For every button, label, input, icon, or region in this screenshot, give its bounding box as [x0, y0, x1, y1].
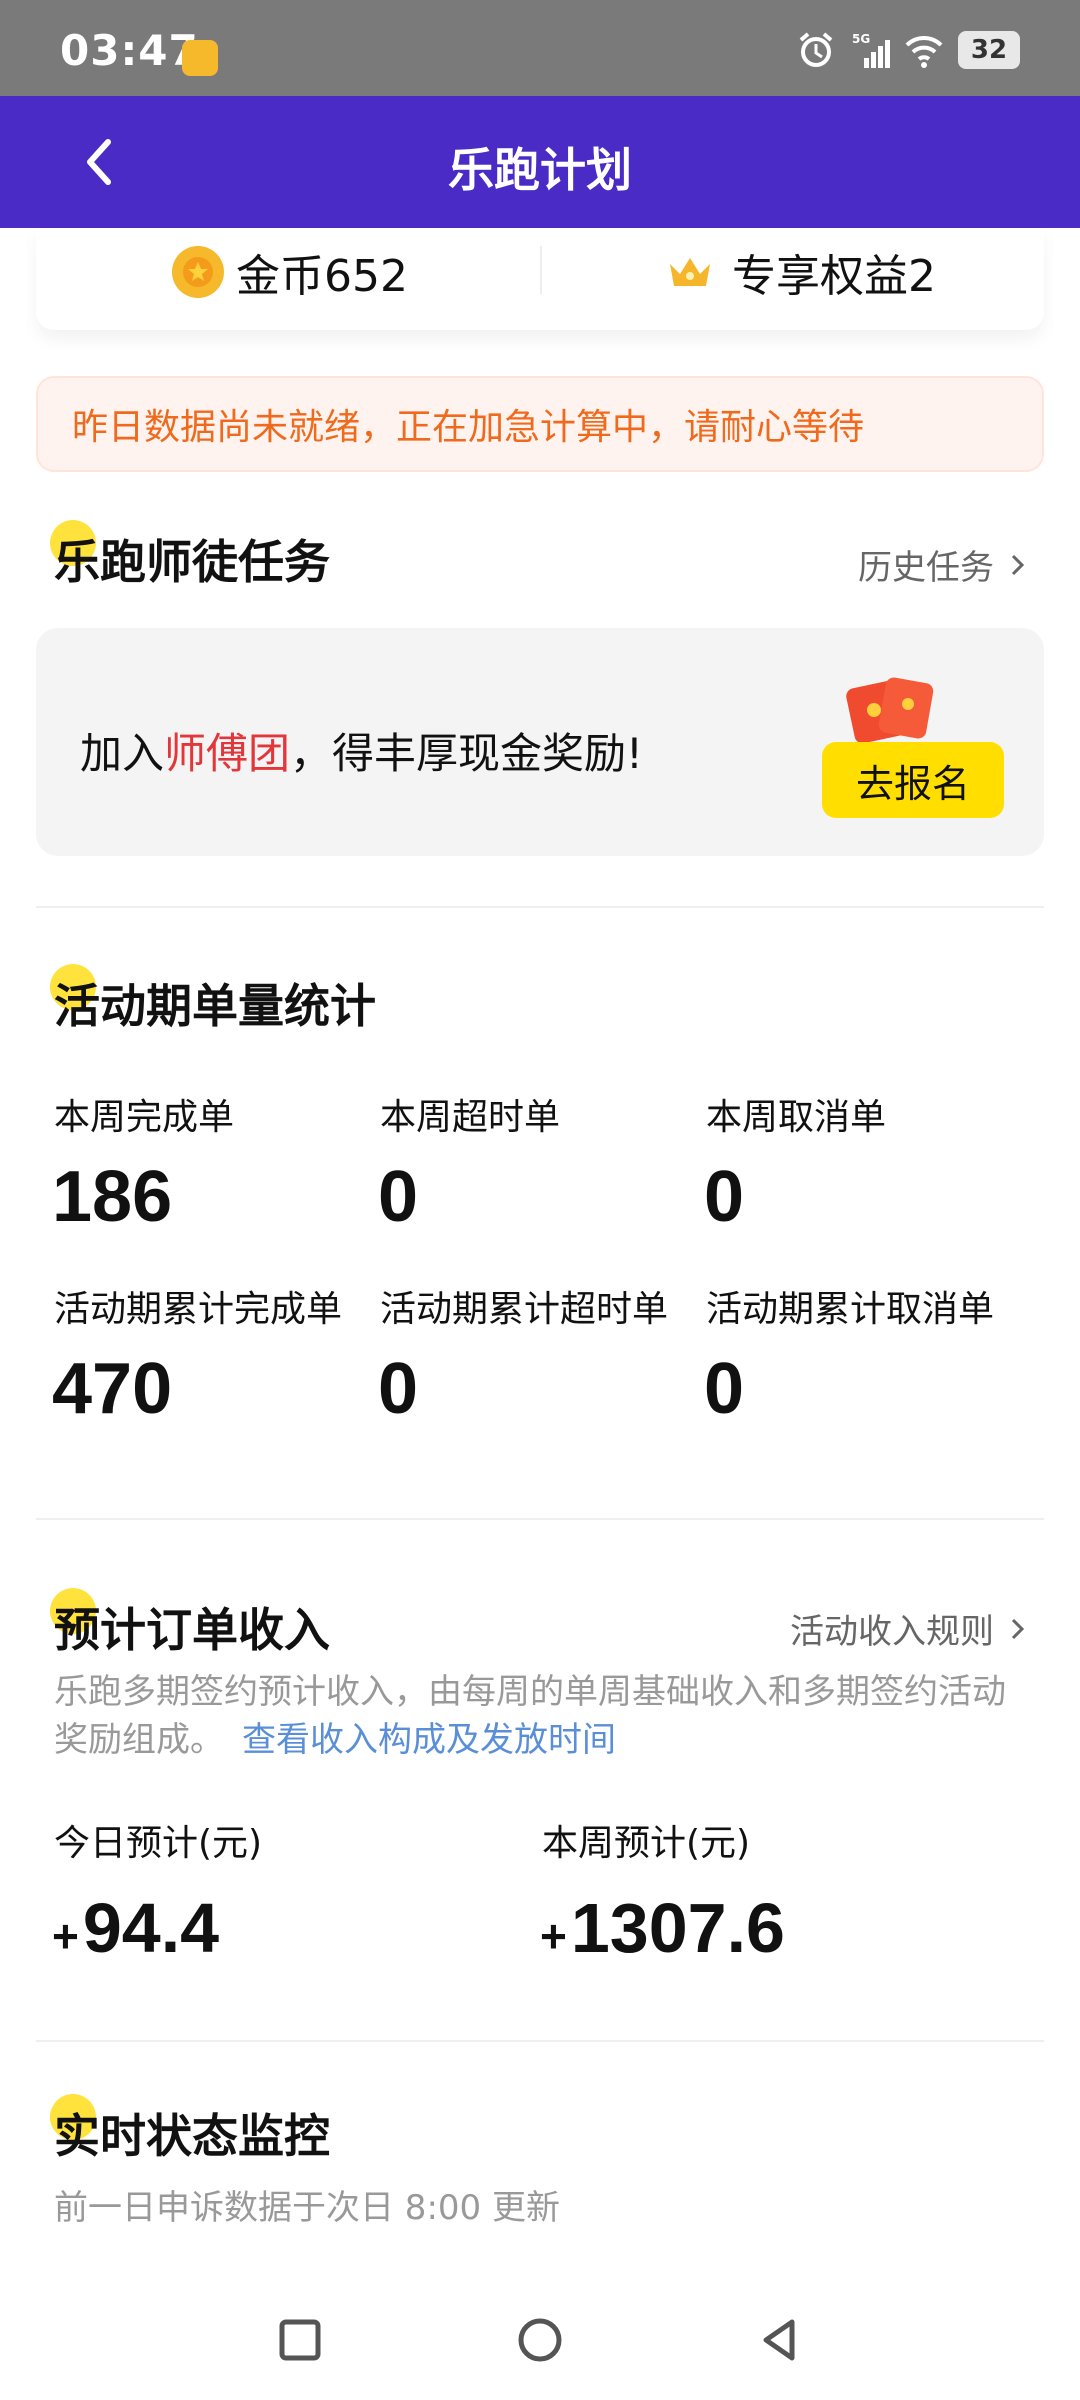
stat-label: 活动期累计超时单 — [380, 1289, 669, 1330]
red-envelope-icon — [846, 677, 934, 744]
title-text: 时状态监控 — [100, 2109, 330, 2163]
join-button[interactable]: 去报名 — [822, 742, 1004, 818]
battery-indicator: 32 — [958, 31, 1020, 69]
income-section-title: 预计订单收入 — [50, 1588, 330, 1660]
status-bar: 03:47 5G 32 — [0, 0, 1080, 96]
app-bar: 乐跑计划 — [0, 96, 1080, 228]
benefits-summary[interactable]: 专享权益2 — [666, 228, 936, 316]
order-stats-title: 活动期单量统计 — [50, 964, 376, 1036]
stat-value: 0 — [704, 1349, 745, 1429]
alarm-icon — [799, 32, 833, 67]
page-title: 乐跑计划 — [448, 143, 632, 197]
income-description: 乐跑多期签约预计收入，由每周的单周基础收入和多期签约活动奖励组成。 查看收入构成及… — [54, 1668, 1014, 1764]
network-type-label: 5G — [852, 32, 870, 46]
history-tasks-link[interactable]: 历史任务 — [858, 540, 1028, 589]
wifi-icon — [905, 35, 943, 68]
invite-highlight: 师傅团 — [164, 729, 291, 778]
title-highlight: 预 — [50, 1588, 100, 1660]
stat-value: 0 — [378, 1349, 419, 1429]
summary-card: 金币652 专享权益2 — [36, 228, 1044, 330]
benefits-label: 专享权益2 — [732, 251, 936, 302]
data-pending-notice: 昨日数据尚未就绪，正在加急计算中，请耐心等待 — [36, 376, 1044, 472]
history-tasks-label: 历史任务 — [858, 548, 994, 588]
recent-apps-icon[interactable] — [270, 2310, 330, 2370]
coins-label: 金币652 — [236, 251, 408, 302]
income-rules-link[interactable]: 活动收入规则 — [790, 1604, 1028, 1653]
stat-label: 活动期累计取消单 — [706, 1289, 995, 1330]
plus-sign: + — [52, 1910, 79, 1962]
back-triangle-icon[interactable] — [750, 2310, 810, 2370]
today-estimate-value: +94.4 — [52, 1888, 219, 1968]
status-time: 03:47 — [60, 26, 199, 75]
invite-message: 加入师傅团，得丰厚现金奖励! — [80, 720, 643, 781]
status-icons: 5G 32 — [796, 30, 1020, 70]
income-rules-label: 活动收入规则 — [790, 1612, 994, 1652]
coins-summary[interactable]: 金币652 — [172, 228, 408, 316]
stat-label: 本周完成单 — [54, 1097, 235, 1138]
coin-icon — [172, 246, 224, 298]
title-text: 动期单量统计 — [100, 979, 376, 1033]
system-navigation-bar — [0, 2280, 1080, 2400]
chevron-right-icon — [1011, 554, 1025, 575]
stat-value: 0 — [378, 1157, 419, 1237]
section-divider — [36, 1518, 1044, 1520]
title-highlight: 乐 — [50, 520, 100, 592]
stat-label: 活动期累计完成单 — [54, 1289, 343, 1330]
stat-label: 本周取消单 — [706, 1097, 887, 1138]
crown-icon — [670, 258, 710, 286]
week-estimate-label: 本周预计(元) — [542, 1823, 751, 1864]
income-breakdown-link[interactable]: 查看收入构成及发放时间 — [242, 1720, 616, 1760]
home-icon[interactable] — [510, 2310, 570, 2370]
invite-prefix: 加入 — [80, 729, 165, 778]
summary-divider — [540, 246, 542, 294]
mentor-section-title: 乐跑师徒任务 — [50, 520, 330, 592]
title-text: 计订单收入 — [100, 1603, 330, 1657]
title-highlight: 活 — [50, 964, 100, 1036]
app-notification-icon — [182, 40, 218, 76]
stat-value: 186 — [52, 1157, 173, 1237]
stat-value: 470 — [52, 1349, 173, 1429]
title-text: 跑师徒任务 — [100, 535, 330, 589]
mentor-invite-card: 加入师傅团，得丰厚现金奖励! 去报名 — [36, 628, 1044, 856]
section-divider — [36, 906, 1044, 908]
monitor-section-title: 实时状态监控 — [50, 2094, 330, 2166]
stat-label: 本周超时单 — [380, 1097, 561, 1138]
monitor-subtitle: 前一日申诉数据于次日 8:00 更新 — [54, 2188, 560, 2228]
today-estimate-number: 94.4 — [82, 1889, 220, 1967]
week-estimate-number: 1307.6 — [570, 1889, 785, 1967]
week-estimate-value: +1307.6 — [540, 1888, 785, 1968]
invite-suffix: ，得丰厚现金奖励! — [290, 729, 643, 778]
chevron-right-icon — [1011, 1618, 1025, 1639]
stat-value: 0 — [704, 1157, 745, 1237]
section-divider — [36, 2040, 1044, 2042]
plus-sign: + — [540, 1910, 567, 1962]
today-estimate-label: 今日预计(元) — [54, 1823, 263, 1864]
title-highlight: 实 — [50, 2094, 100, 2166]
signal-5g-icon: 5G — [852, 32, 890, 68]
